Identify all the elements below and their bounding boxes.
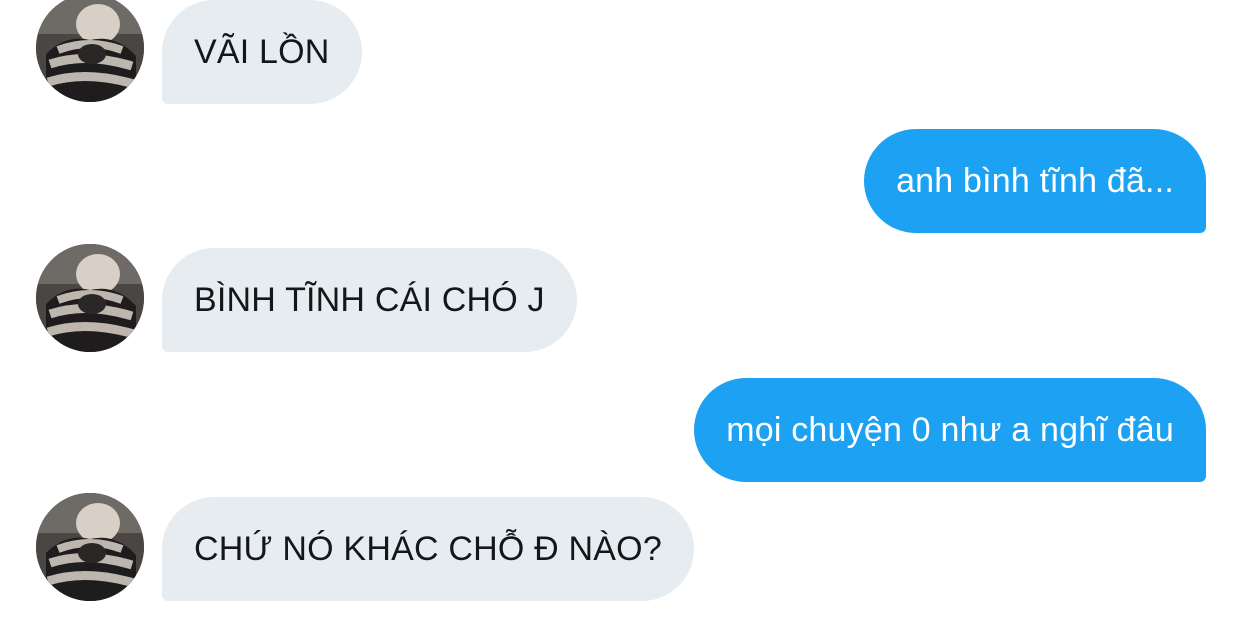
message-row-incoming: CHỨ NÓ KHÁC CHỖ Đ NÀO? bbox=[0, 493, 1242, 603]
message-text: BÌNH TĨNH CÁI CHÓ J bbox=[194, 280, 545, 319]
contact-avatar[interactable] bbox=[36, 493, 144, 601]
avatar-photo-icon bbox=[36, 244, 144, 352]
message-text: CHỨ NÓ KHÁC CHỖ Đ NÀO? bbox=[194, 529, 662, 568]
contact-avatar[interactable] bbox=[36, 0, 144, 102]
avatar-photo-icon bbox=[36, 493, 144, 601]
contact-avatar[interactable] bbox=[36, 244, 144, 352]
message-text: mọi chuyện 0 như a nghĩ đâu bbox=[726, 410, 1174, 449]
outgoing-message-bubble[interactable]: anh bình tĩnh đã... bbox=[864, 129, 1206, 233]
message-row-outgoing: anh bình tĩnh đã... bbox=[0, 129, 1242, 235]
message-row-incoming: BÌNH TĨNH CÁI CHÓ J bbox=[0, 244, 1242, 354]
message-thread: VÃI LỒN anh bình tĩnh đã... BÌNH TĨNH CÁ… bbox=[0, 0, 1242, 624]
message-text: VÃI LỒN bbox=[194, 32, 330, 71]
incoming-message-bubble[interactable]: CHỨ NÓ KHÁC CHỖ Đ NÀO? bbox=[162, 497, 694, 601]
incoming-message-bubble[interactable]: BÌNH TĨNH CÁI CHÓ J bbox=[162, 248, 577, 352]
message-row-incoming: VÃI LỒN bbox=[0, 0, 1242, 106]
outgoing-message-bubble[interactable]: mọi chuyện 0 như a nghĩ đâu bbox=[694, 378, 1206, 482]
avatar-photo-icon bbox=[36, 0, 144, 102]
message-text: anh bình tĩnh đã... bbox=[896, 161, 1174, 200]
incoming-message-bubble[interactable]: VÃI LỒN bbox=[162, 0, 362, 104]
message-row-outgoing: mọi chuyện 0 như a nghĩ đâu bbox=[0, 378, 1242, 484]
